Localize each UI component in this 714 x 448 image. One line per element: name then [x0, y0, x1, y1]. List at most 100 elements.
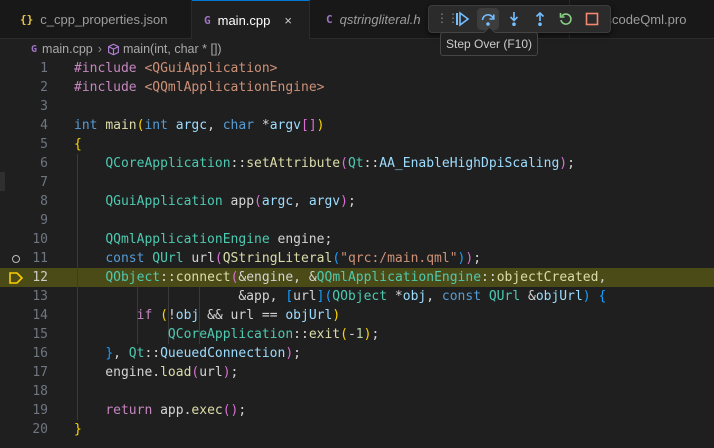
- code-token: ;: [293, 346, 301, 361]
- code-text: }: [74, 420, 82, 439]
- tab-main-cpp[interactable]: G main.cpp ×: [192, 0, 310, 39]
- code-line[interactable]: 1 #include <QGuiApplication>: [0, 59, 714, 78]
- continue-button[interactable]: [451, 8, 473, 30]
- line-number: 3: [40, 99, 48, 114]
- code-token: ::: [160, 270, 176, 285]
- line-number: 8: [40, 194, 48, 209]
- tab-label: qstringliteral.h: [339, 11, 421, 27]
- code-line[interactable]: 11 const QUrl url(QStringLiteral("qrc:/m…: [0, 249, 714, 268]
- code-line[interactable]: 12 QObject::connect(&engine, &QQmlApplic…: [0, 268, 714, 287]
- line-number: 10: [32, 232, 48, 247]
- code-token: 1: [355, 327, 364, 342]
- code-token: ): [340, 194, 348, 209]
- indent-guide: [77, 211, 78, 230]
- code-token: url: [293, 289, 317, 304]
- code-line[interactable]: 16 }, Qt::QueuedConnection);: [0, 344, 714, 363]
- line-number: 20: [32, 422, 48, 437]
- code-token: ;: [230, 365, 239, 380]
- c-header-file-icon: C: [326, 12, 333, 26]
- breadcrumb: G main.cpp › main(int, char * []): [0, 39, 714, 59]
- code-token: QStringLiteral: [222, 251, 333, 266]
- code-token: ): [316, 118, 325, 133]
- code-line[interactable]: 6 QCoreApplication::setAttribute(Qt::AA_…: [0, 154, 714, 173]
- code-line[interactable]: 18: [0, 382, 714, 401]
- line-number: 5: [40, 137, 48, 152]
- code-token: &app,: [74, 289, 286, 304]
- code-token: ,: [426, 289, 442, 304]
- step-out-button[interactable]: [529, 8, 551, 30]
- line-number: 7: [40, 175, 48, 190]
- code-token: ;: [347, 194, 356, 209]
- code-token: #include: [74, 61, 145, 76]
- code-line[interactable]: 7: [0, 173, 714, 192]
- step-into-button[interactable]: [503, 8, 525, 30]
- code-token: url: [199, 365, 223, 380]
- code-token: QObject: [332, 289, 395, 304]
- code-token: load: [160, 365, 192, 380]
- indent-guide: [77, 173, 78, 192]
- code-line[interactable]: 3: [0, 97, 714, 116]
- code-line[interactable]: 15 QCoreApplication::exit(-1);: [0, 325, 714, 344]
- code-token: app: [230, 194, 255, 209]
- code-token: argc: [175, 118, 208, 133]
- code-token: <QQmlApplicationEngine>: [144, 80, 325, 95]
- line-number: 16: [32, 346, 48, 361]
- code-token: && url ==: [199, 308, 286, 323]
- tab-vscodeqml-pro[interactable]: vscodeQml.pro: [599, 0, 714, 38]
- line-number: 13: [32, 289, 48, 304]
- code-token: ;: [567, 156, 575, 171]
- code-text: QCoreApplication::setAttribute(Qt::AA_En…: [74, 154, 575, 173]
- code-line[interactable]: 10 QQmlApplicationEngine engine;: [0, 230, 714, 249]
- cube-icon: [107, 43, 119, 55]
- code-token: <QGuiApplication>: [144, 61, 278, 76]
- code-token: QueuedConnection: [160, 346, 286, 361]
- line-number: 1: [40, 61, 48, 76]
- code-line[interactable]: 9: [0, 211, 714, 230]
- breadcrumb-symbol[interactable]: main(int, char * []): [123, 42, 222, 56]
- code-token: QGuiApplication: [105, 194, 231, 209]
- code-line[interactable]: 2 #include <QQmlApplicationEngine>: [0, 78, 714, 97]
- code-token: (: [332, 251, 341, 266]
- code-text: }, Qt::QueuedConnection);: [74, 344, 301, 363]
- code-token: int: [144, 118, 176, 133]
- stop-button[interactable]: [581, 8, 603, 30]
- code-editor[interactable]: 1 #include <QGuiApplication> 2 #include <QQ…: [0, 59, 714, 448]
- code-line[interactable]: 14 if (!obj && url == objUrl): [0, 306, 714, 325]
- restart-button[interactable]: [555, 8, 577, 30]
- breadcrumb-file[interactable]: main.cpp: [42, 42, 93, 56]
- code-text: {: [74, 135, 82, 154]
- code-token: #include: [74, 80, 145, 95]
- code-token: engine.: [74, 365, 161, 380]
- code-token: char: [222, 118, 262, 133]
- code-line[interactable]: 13 &app, [url](QObject *obj, const QUrl …: [0, 287, 714, 306]
- breadcrumb-separator: ›: [97, 42, 102, 56]
- code-line[interactable]: 4 int main(int argc, char *argv[]): [0, 116, 714, 135]
- code-text: QCoreApplication::exit(-1);: [74, 325, 379, 344]
- code-line[interactable]: 5{: [0, 135, 714, 154]
- code-token: *: [261, 118, 270, 133]
- code-token: connect: [175, 270, 231, 285]
- code-token: }: [74, 422, 82, 437]
- code-line[interactable]: 8 QGuiApplication app(argc, argv);: [0, 192, 714, 211]
- line-number: 9: [40, 213, 48, 228]
- code-token: const: [105, 251, 153, 266]
- code-text: QObject::connect(&engine, &QQmlApplicati…: [74, 268, 606, 287]
- code-token: setAttribute: [246, 156, 341, 171]
- code-token: -: [347, 327, 356, 342]
- code-token: ,: [207, 118, 223, 133]
- tab-c-cpp-properties[interactable]: {} c_cpp_properties.json: [0, 0, 192, 38]
- close-icon[interactable]: ×: [284, 13, 292, 28]
- code-text: engine.load(url);: [74, 363, 238, 382]
- code-token: objUrl: [535, 289, 583, 304]
- debug-toolbar: ⋮⋮: [428, 5, 611, 33]
- code-line[interactable]: 20}: [0, 420, 714, 439]
- code-line[interactable]: 19 return app.exec();: [0, 401, 714, 420]
- breakpoint-icon[interactable]: [12, 255, 20, 263]
- code-token: (: [340, 327, 348, 342]
- code-token: {: [598, 289, 607, 304]
- code-text: const QUrl url(QStringLiteral("qrc:/main…: [74, 249, 481, 268]
- code-line[interactable]: 17 engine.load(url);: [0, 363, 714, 382]
- code-token: {: [74, 137, 82, 152]
